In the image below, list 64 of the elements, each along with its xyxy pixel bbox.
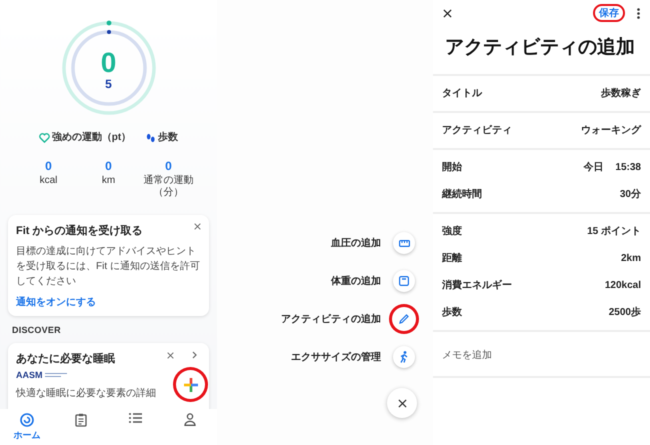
scale-icon xyxy=(399,276,409,286)
legend-label: 強めの運動（pt） xyxy=(52,130,132,145)
person-icon xyxy=(184,413,196,426)
move-points-value: 0 xyxy=(100,49,116,77)
legend-label: 歩数 xyxy=(158,130,178,145)
menu-label: アクティビティの追加 xyxy=(281,312,381,326)
field-label: 強度 xyxy=(442,224,462,239)
close-icon[interactable] xyxy=(443,8,452,18)
save-button[interactable]: 保存 xyxy=(593,4,625,22)
field-value[interactable]: 15 ポイント xyxy=(587,224,641,239)
ruler-icon xyxy=(398,240,410,246)
logo-text: AASM xyxy=(16,370,42,380)
list-icon xyxy=(129,413,142,423)
card-title: あなたに必要な睡眠 xyxy=(16,352,115,367)
field-value[interactable]: 30分 xyxy=(620,187,641,202)
nav-tab[interactable]: ホーム xyxy=(7,413,48,442)
field-label: 開始 xyxy=(442,160,462,175)
menu-action-button[interactable] xyxy=(393,232,415,254)
card-body: 快適な睡眠に必要な要素の詳細 xyxy=(16,386,156,400)
field-label: 歩数 xyxy=(442,306,462,320)
stat-value: 0 xyxy=(45,159,52,173)
stat-label: kcal xyxy=(40,175,58,187)
footprints-icon xyxy=(145,132,156,142)
close-icon xyxy=(398,398,406,408)
stat-label: 通常の運動（分） xyxy=(142,175,194,199)
logo-tagline-icon xyxy=(44,372,66,378)
field-label: 消費エネルギー xyxy=(442,278,512,293)
menu-label: エクササイズの管理 xyxy=(291,350,381,364)
menu-action-button[interactable] xyxy=(393,346,415,368)
section-heading: DISCOVER xyxy=(12,324,62,336)
add-memo-button[interactable]: メモを追加 xyxy=(442,348,492,363)
stat-value: 0 xyxy=(105,159,112,173)
clipboard-icon xyxy=(75,413,88,427)
field-value[interactable]: 今日 xyxy=(583,160,604,175)
field-value[interactable]: 2500歩 xyxy=(608,305,641,320)
add-button[interactable] xyxy=(177,371,204,398)
steps-value: 5 xyxy=(105,77,112,91)
plus-icon xyxy=(184,378,198,392)
field-label: タイトル xyxy=(442,87,482,101)
running-person-icon xyxy=(399,351,409,363)
menu-label: 血圧の追加 xyxy=(331,236,381,250)
close-menu-button[interactable] xyxy=(387,388,417,418)
field-label: 継続時間 xyxy=(442,188,482,202)
stat-label: km xyxy=(102,175,116,187)
page-title: アクティビティの追加 xyxy=(444,36,636,60)
pencil-icon xyxy=(399,314,409,324)
card-body: 目標の達成に向けてアドバイスやヒントを受け取るには、Fit に通知の送信を許可してください xyxy=(16,244,201,288)
menu-action-button[interactable] xyxy=(393,308,415,330)
more-options-icon[interactable] xyxy=(637,8,640,18)
home-ring-icon xyxy=(20,413,34,427)
stat-value: 0 xyxy=(165,159,172,173)
field-value[interactable]: 2km xyxy=(620,251,641,266)
heart-icon xyxy=(38,132,50,142)
field-value[interactable]: ウォーキング xyxy=(581,123,641,138)
enable-notifications-link[interactable]: 通知をオンにする xyxy=(16,294,96,310)
field-label: 距離 xyxy=(442,252,462,266)
menu-label: 体重の追加 xyxy=(331,274,381,288)
card-title: Fit からの通知を受け取る xyxy=(16,224,142,239)
field-value[interactable]: 120kcal xyxy=(604,278,641,293)
menu-action-button[interactable] xyxy=(393,270,415,292)
field-value[interactable]: 15:38 xyxy=(615,160,641,175)
field-value[interactable]: 歩数稼ぎ xyxy=(601,86,641,101)
field-label: アクティビティ xyxy=(442,124,512,138)
chevron-right-icon[interactable] xyxy=(192,351,197,359)
